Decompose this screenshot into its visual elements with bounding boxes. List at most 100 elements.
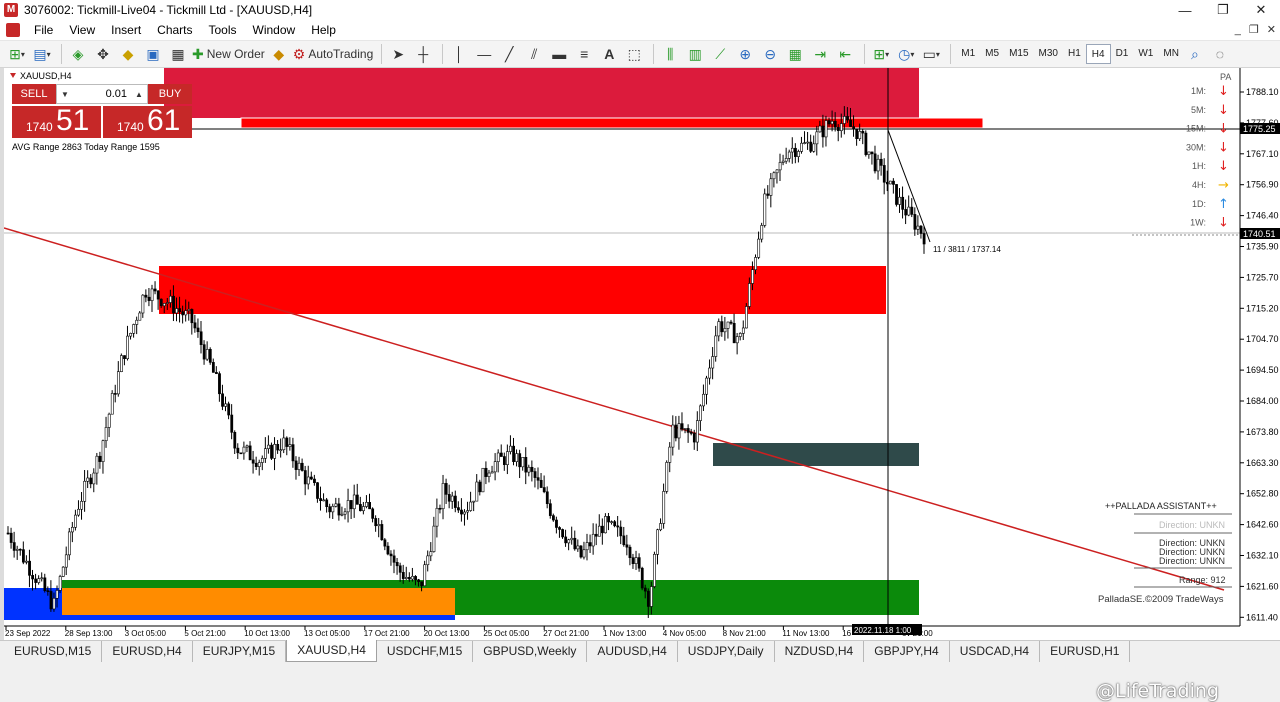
market-watch-icon[interactable]: ◈ — [67, 43, 89, 65]
vertical-line-icon[interactable]: │ — [448, 43, 470, 65]
chart-shift-icon[interactable]: ⇤ — [834, 43, 856, 65]
timeframe-m1[interactable]: M1 — [956, 44, 980, 64]
candle-body — [260, 457, 264, 463]
candle-body — [267, 444, 270, 449]
lot-increase-icon[interactable]: ▲ — [131, 85, 147, 103]
templates-icon[interactable]: ▭ ▾ — [920, 43, 942, 65]
mdi-close-button[interactable]: ✕ — [1267, 20, 1276, 41]
tab-gbpusd-weekly[interactable]: GBPUSD,Weekly — [473, 641, 588, 662]
fibonacci-icon[interactable]: ≡ — [573, 43, 595, 65]
tab-usdjpy-daily[interactable]: USDJPY,Daily — [678, 641, 775, 662]
candle-body — [208, 349, 212, 363]
tab-audusd-h4[interactable]: AUDUSD,H4 — [587, 641, 678, 662]
strategy-tester-icon[interactable]: ▦ — [167, 43, 189, 65]
price-axis-label: 1756.90 — [1246, 180, 1279, 190]
tab-usdcad-h4[interactable]: USDCAD,H4 — [950, 641, 1041, 662]
menu-tools[interactable]: Tools — [201, 20, 245, 41]
cursor-icon[interactable]: ➤ — [387, 43, 409, 65]
price-chart[interactable]: 11 / 3811 / 1737.14 XAUUSD,H4 1788.10 177… — [4, 68, 1280, 640]
candle-body — [190, 309, 194, 324]
candle-body — [702, 393, 705, 407]
price-axis-label: 1673.80 — [1246, 427, 1279, 437]
horizontal-line-icon[interactable]: — — [473, 43, 495, 65]
menu-bar: File View Insert Charts Tools Window Hel… — [0, 20, 1280, 41]
candle-body — [616, 525, 620, 528]
tab-nzdusd-h4[interactable]: NZDUSD,H4 — [775, 641, 865, 662]
timeframe-w1[interactable]: W1 — [1133, 44, 1158, 64]
navigator-icon[interactable]: ✥ — [92, 43, 114, 65]
periods-icon[interactable]: ◷ ▾ — [895, 43, 917, 65]
close-button[interactable]: ✕ — [1242, 0, 1280, 20]
tab-gbpjpy-h4[interactable]: GBPJPY,H4 — [864, 641, 950, 662]
profiles-icon[interactable]: ▤ ▾ — [31, 43, 53, 65]
candle-body — [790, 147, 794, 153]
candle-body — [533, 471, 537, 478]
menu-view[interactable]: View — [61, 20, 103, 41]
timeframe-h1[interactable]: H1 — [1063, 44, 1086, 64]
mdi-minimize-button[interactable]: _ — [1235, 20, 1241, 41]
timeframe-d1[interactable]: D1 — [1111, 44, 1134, 64]
candle-body — [766, 193, 770, 196]
candle-body — [245, 445, 249, 448]
candle-body — [239, 452, 243, 455]
timeframe-m5[interactable]: M5 — [980, 44, 1004, 64]
lot-size-field[interactable]: ▼ 0.01 ▲ — [56, 84, 148, 104]
minimize-button[interactable]: — — [1166, 0, 1204, 20]
data-window-icon[interactable]: ◆ — [117, 43, 139, 65]
candle-body — [368, 502, 371, 510]
mdi-restore-button[interactable]: ❐ — [1249, 20, 1259, 41]
menu-charts[interactable]: Charts — [149, 20, 200, 41]
bar-chart-icon[interactable]: ⫼ — [659, 43, 681, 65]
new-order-button[interactable]: ✚ New Order — [192, 43, 265, 65]
lot-size-input[interactable]: 0.01 — [73, 85, 131, 103]
crosshair-icon[interactable]: ┼ — [412, 43, 434, 65]
chat-icon[interactable]: ◌ — [1209, 43, 1231, 65]
candlestick-icon[interactable]: ▥ — [684, 43, 706, 65]
maximize-button[interactable]: ❐ — [1204, 0, 1242, 20]
tab-eurusd-h4[interactable]: EURUSD,H4 — [102, 641, 193, 662]
crosshair-readout: 11 / 3811 / 1737.14 — [933, 245, 1001, 254]
text-icon[interactable]: A — [598, 43, 620, 65]
line-chart-icon[interactable]: ⟋ — [709, 43, 731, 65]
auto-scroll-icon[interactable]: ⇥ — [809, 43, 831, 65]
sell-price-button[interactable]: 1740 51 — [12, 104, 101, 138]
lot-decrease-icon[interactable]: ▼ — [57, 85, 73, 103]
candle-body — [815, 131, 819, 145]
candle-body — [597, 525, 601, 537]
tab-xauusd-h4[interactable]: XAUUSD,H4 — [286, 640, 377, 662]
terminal-icon[interactable]: ▣ — [142, 43, 164, 65]
buy-price-button[interactable]: 1740 61 — [103, 104, 192, 138]
buy-button[interactable]: BUY — [148, 84, 192, 104]
metaeditor-icon[interactable]: ◆ — [268, 43, 290, 65]
timeframe-mn[interactable]: MN — [1158, 44, 1184, 64]
tab-usdchf-m15[interactable]: USDCHF,M15 — [377, 641, 474, 662]
sell-button[interactable]: SELL — [12, 84, 56, 104]
indicators-icon[interactable]: ⊞ ▾ — [870, 43, 892, 65]
menu-file[interactable]: File — [26, 20, 61, 41]
autotrading-button[interactable]: ⚙ AutoTrading — [293, 43, 374, 65]
tab-eurusd-m15[interactable]: EURUSD,M15 — [4, 641, 103, 662]
tile-windows-icon[interactable]: ▦ — [784, 43, 806, 65]
trendline-icon[interactable]: ╱ — [498, 43, 520, 65]
candle-body — [205, 349, 209, 360]
search-icon[interactable]: ⌕ — [1184, 43, 1206, 65]
chart-window-icon[interactable] — [6, 23, 20, 37]
timeframe-m15[interactable]: M15 — [1004, 44, 1033, 64]
timeframe-h4[interactable]: H4 — [1085, 44, 1111, 64]
sell-price-prefix: 1740 — [26, 120, 53, 134]
new-chart-icon[interactable]: ⊞ ▾ — [6, 43, 28, 65]
menu-window[interactable]: Window — [245, 20, 304, 41]
candle-body — [643, 587, 647, 592]
zoom-in-icon[interactable]: ⊕ — [734, 43, 756, 65]
tab-eurusd-h1[interactable]: EURUSD,H1 — [1040, 641, 1131, 662]
tab-eurjpy-m15[interactable]: EURJPY,M15 — [193, 641, 287, 662]
menu-help[interactable]: Help — [303, 20, 344, 41]
menu-insert[interactable]: Insert — [103, 20, 149, 41]
chart-window[interactable]: 11 / 3811 / 1737.14 XAUUSD,H4 1788.10 177… — [0, 68, 1280, 702]
candle-body — [113, 393, 117, 395]
channel-icon[interactable]: ⫽ — [523, 43, 545, 65]
rectangle-icon[interactable]: ▬ — [548, 43, 570, 65]
timeframe-m30[interactable]: M30 — [1034, 44, 1063, 64]
zoom-out-icon[interactable]: ⊖ — [759, 43, 781, 65]
label-icon[interactable]: ⬚ — [623, 43, 645, 65]
